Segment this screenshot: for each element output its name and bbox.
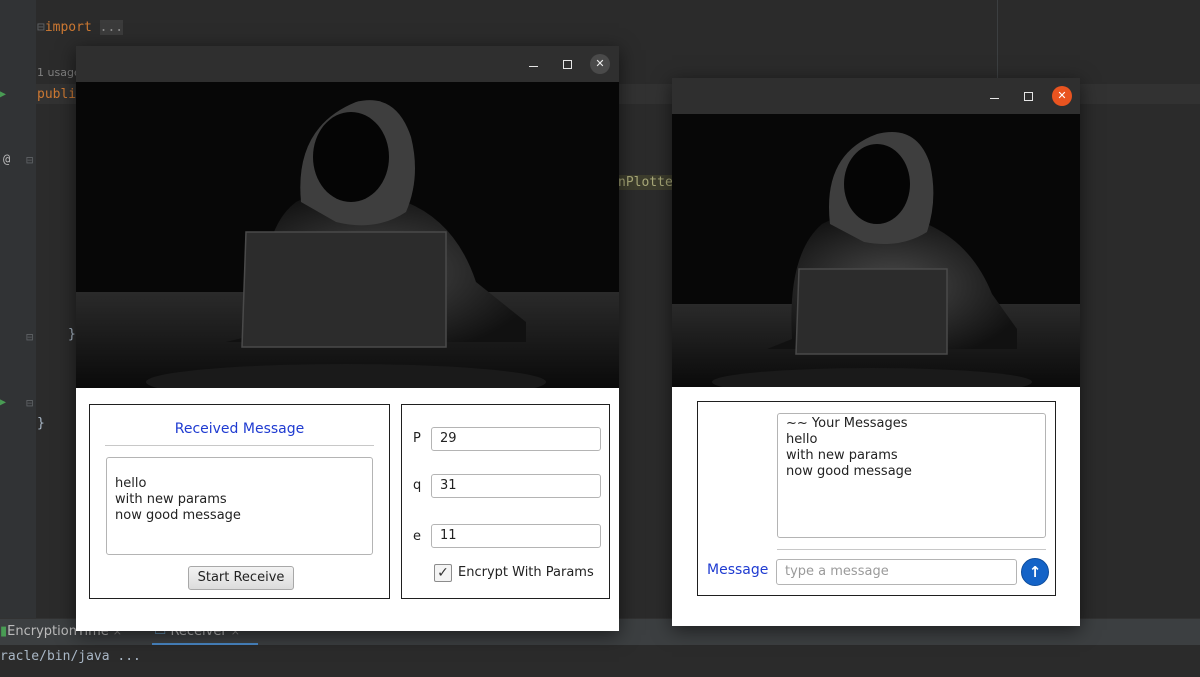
hacker-image — [672, 114, 1080, 387]
close-button[interactable]: ✕ — [590, 54, 610, 74]
run-gutter-icon[interactable]: ▶ — [0, 89, 6, 100]
usages-hint[interactable]: 1 usage — [37, 66, 81, 79]
run-gutter-icon-2[interactable]: ▶ — [0, 397, 6, 408]
minimize-icon — [989, 98, 999, 99]
message-input[interactable]: type a message — [776, 559, 1017, 585]
annotation-gutter-icon[interactable]: @ — [3, 152, 10, 166]
import-keyword: import — [44, 20, 92, 35]
inner-brace: } — [68, 327, 76, 342]
window-titlebar[interactable]: ✕ — [672, 78, 1080, 114]
receiver-window: ✕ Received Message hello with new params… — [76, 46, 619, 631]
chat-panel: ~~ Your Messages hello with new params n… — [697, 401, 1056, 596]
received-message-title: Received Message — [174, 421, 305, 437]
fold-icon-3[interactable]: ⊟ — [26, 330, 33, 344]
received-message-area[interactable]: hello with new params now good message — [106, 457, 373, 555]
received-panel: Received Message hello with new params n… — [89, 404, 390, 599]
close-button[interactable]: ✕ — [1052, 86, 1072, 106]
maximize-icon — [1023, 92, 1033, 101]
message-label: Message — [707, 562, 769, 578]
param-e-label: e — [413, 529, 421, 544]
window-titlebar[interactable]: ✕ — [76, 46, 619, 82]
param-q-label: q — [413, 478, 422, 493]
arrow-up-icon: ↑ — [1028, 563, 1042, 581]
maximize-icon — [562, 60, 572, 69]
encrypt-checkbox-label[interactable]: Encrypt With Params — [458, 565, 594, 580]
import-line: ⊟import ... — [37, 20, 124, 35]
close-icon: ✕ — [595, 57, 605, 70]
import-fold[interactable]: ... — [99, 20, 124, 35]
console-output: racle/bin/java ... — [0, 645, 1200, 677]
sender-window: ✕ ~~ Your Messages hello with new params… — [672, 78, 1080, 626]
divider — [777, 549, 1046, 550]
close-icon: ✕ — [1057, 89, 1067, 102]
divider — [105, 445, 374, 446]
minimize-button[interactable] — [523, 54, 543, 74]
minimize-button[interactable] — [984, 86, 1004, 106]
param-e-field[interactable]: 11 — [431, 524, 601, 548]
param-q-field[interactable]: 31 — [431, 474, 601, 498]
fold-icon[interactable]: ⊟ — [37, 20, 45, 35]
fold-icon-4[interactable]: ⊟ — [26, 396, 33, 410]
identifier-fragment: nPlotte — [618, 175, 673, 190]
closing-brace: } — [37, 416, 45, 431]
fold-icon-2[interactable]: ⊟ — [26, 153, 33, 167]
minimize-icon — [528, 66, 538, 67]
maximize-button[interactable] — [1018, 86, 1038, 106]
maximize-button[interactable] — [557, 54, 577, 74]
start-receive-button[interactable]: Start Receive — [188, 566, 294, 590]
hacker-image — [76, 82, 619, 388]
console-line: racle/bin/java ... — [0, 649, 141, 664]
public-keyword: publi — [37, 87, 77, 102]
messages-history-area[interactable]: ~~ Your Messages hello with new params n… — [777, 413, 1046, 538]
param-p-label: P — [413, 431, 421, 446]
encrypt-checkbox[interactable]: ✓ — [434, 564, 452, 582]
params-panel: P 29 q 31 e 11 ✓ Encrypt With Params — [401, 404, 610, 599]
param-p-field[interactable]: 29 — [431, 427, 601, 451]
send-button[interactable]: ↑ — [1021, 558, 1049, 586]
